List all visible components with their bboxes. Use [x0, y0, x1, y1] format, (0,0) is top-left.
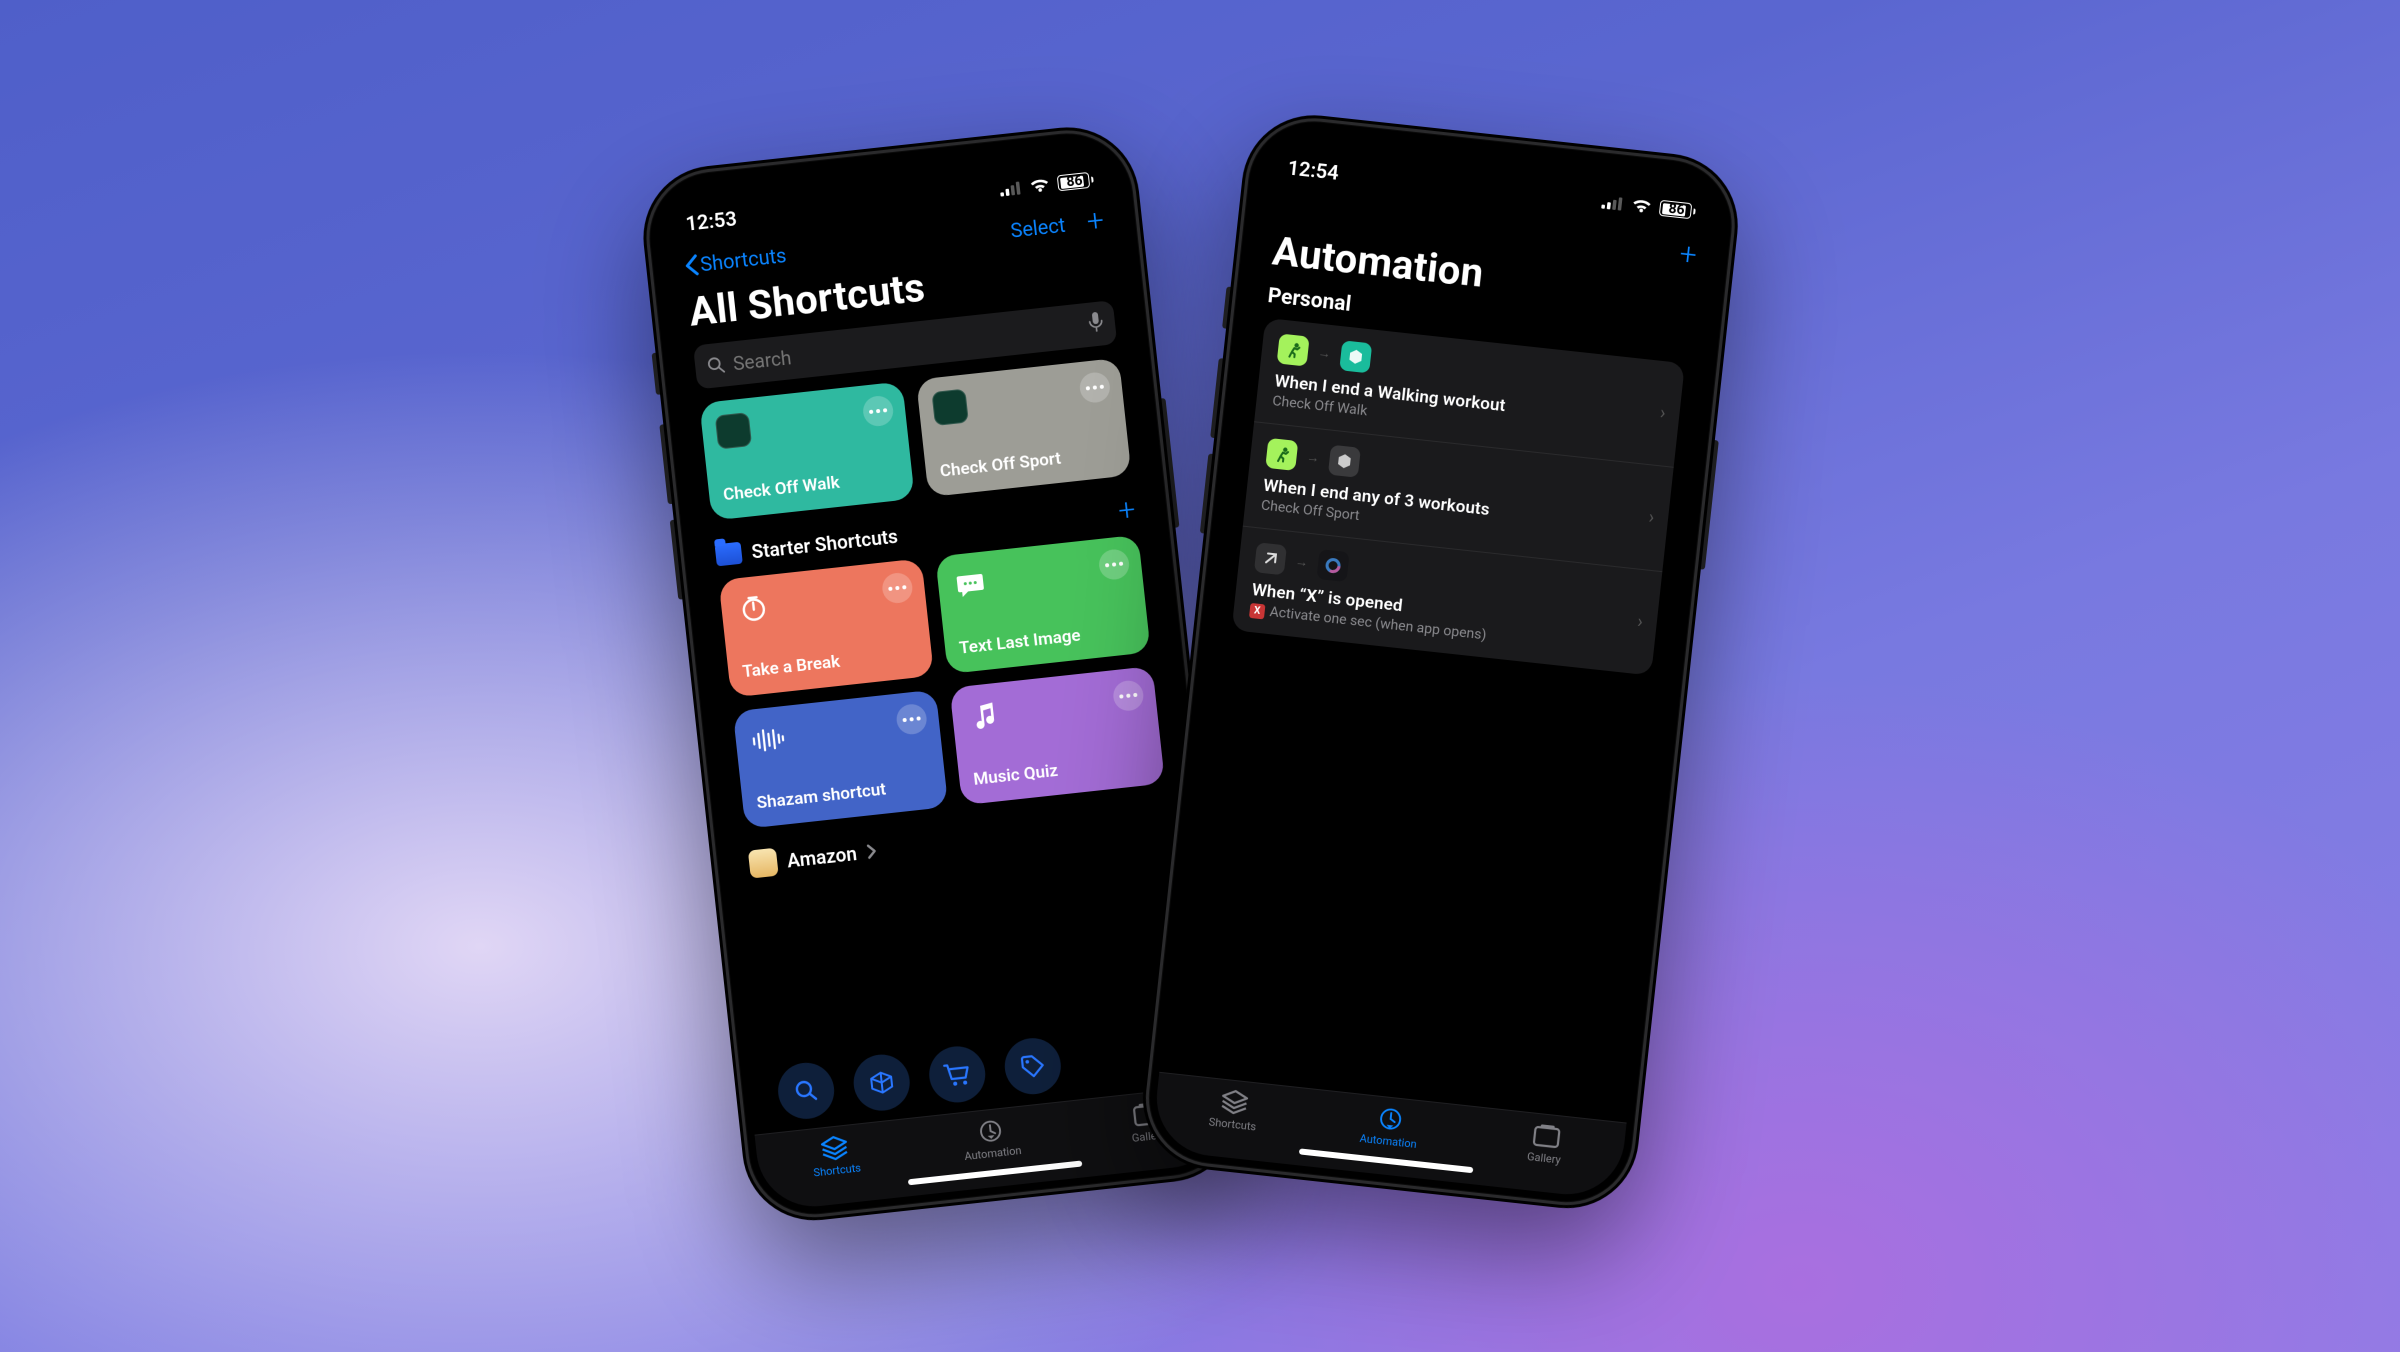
music-note-icon: [965, 697, 1005, 737]
app-icon: [715, 412, 752, 449]
app-icon: [1317, 549, 1350, 582]
tab-label: Automation: [1359, 1132, 1417, 1151]
back-label: Shortcuts: [699, 243, 788, 276]
tile-label: Check Off Walk: [722, 466, 899, 505]
tab-label: Shortcuts: [813, 1161, 862, 1179]
quick-cart-button[interactable]: [926, 1044, 988, 1106]
arrow-icon: →: [1294, 554, 1309, 571]
open-app-icon: [1254, 542, 1287, 575]
tab-label: Automation: [964, 1144, 1022, 1163]
tile-menu-button[interactable]: [1098, 548, 1131, 581]
quick-box-button[interactable]: [851, 1052, 913, 1114]
app-icon: [1339, 340, 1372, 373]
arrow-icon: →: [1317, 345, 1332, 362]
tab-bar: Shortcuts Automation Gallery: [1151, 1072, 1627, 1200]
app-icon: [931, 389, 968, 426]
tab-automation[interactable]: Automation: [929, 1112, 1053, 1167]
tile-label: Check Off Sport: [939, 443, 1116, 482]
shortcuts-icon: [1219, 1088, 1252, 1117]
wifi-icon: [1630, 197, 1654, 215]
tile-label: Text Last Image: [958, 620, 1135, 659]
tile-label: Music Quiz: [972, 751, 1149, 790]
battery-indicator: 86: [1659, 200, 1697, 220]
arrow-icon: →: [1306, 449, 1321, 466]
tab-shortcuts[interactable]: Shortcuts: [774, 1129, 898, 1184]
tile-menu-button[interactable]: [862, 395, 895, 428]
folder-icon: [715, 542, 743, 567]
select-button[interactable]: Select: [1009, 213, 1066, 243]
tab-shortcuts[interactable]: Shortcuts: [1172, 1083, 1296, 1138]
chevron-right-icon: ›: [1648, 507, 1656, 528]
wifi-icon: [1028, 176, 1052, 194]
automations-list: → When I end a Walking workout Check Off…: [1232, 318, 1685, 676]
search-icon: [706, 355, 726, 375]
timer-icon: [734, 589, 774, 629]
add-button[interactable]: +: [1085, 206, 1105, 238]
shortcuts-icon: [818, 1134, 851, 1163]
tab-label: Shortcuts: [1208, 1115, 1257, 1133]
tab-automation[interactable]: Automation: [1328, 1100, 1452, 1155]
shortcut-tile-check-off-walk[interactable]: Check Off Walk: [699, 381, 915, 520]
app-icon: [1328, 445, 1361, 478]
quick-tag-button[interactable]: [1002, 1035, 1064, 1097]
tile-label: Shazam shortcut: [756, 775, 933, 814]
section-label: Amazon: [786, 842, 858, 872]
mic-icon[interactable]: [1088, 311, 1105, 336]
add-to-section-button[interactable]: +: [1117, 495, 1137, 527]
amazon-icon: [748, 848, 779, 879]
add-button[interactable]: +: [1678, 239, 1698, 271]
quick-search-button[interactable]: [775, 1060, 837, 1122]
status-time: 12:53: [684, 206, 737, 235]
cellular-icon: [999, 180, 1022, 196]
tile-menu-button[interactable]: [1078, 371, 1111, 404]
shortcut-tile-shazam[interactable]: Shazam shortcut: [733, 690, 949, 829]
shortcut-tile-music-quiz[interactable]: Music Quiz: [949, 666, 1165, 805]
tile-label: Take a Break: [741, 643, 918, 682]
tab-label: Gallery: [1526, 1150, 1561, 1167]
phone-right: 12:54 86 + Automation Personal: [1136, 108, 1746, 1216]
chevron-right-icon: [866, 843, 878, 860]
battery-indicator: 86: [1057, 172, 1095, 192]
status-time: 12:54: [1287, 155, 1340, 184]
x-app-icon: X: [1249, 602, 1266, 619]
tile-menu-button[interactable]: [895, 703, 928, 736]
section-label: Starter Shortcuts: [750, 524, 899, 563]
tile-menu-button[interactable]: [1112, 679, 1145, 712]
shortcut-tile-take-a-break[interactable]: Take a Break: [718, 558, 934, 697]
shortcut-tile-text-last-image[interactable]: Text Last Image: [935, 535, 1151, 674]
back-button[interactable]: Shortcuts: [683, 243, 787, 278]
waveform-icon: [748, 720, 788, 760]
workout-icon: [1277, 333, 1310, 366]
gallery-icon: [1530, 1121, 1563, 1150]
workout-icon: [1265, 438, 1298, 471]
tile-menu-button[interactable]: [881, 572, 914, 605]
cellular-icon: [1601, 195, 1624, 211]
automation-icon: [1374, 1105, 1407, 1134]
chat-icon: [951, 565, 991, 605]
chevron-right-icon: ›: [1659, 403, 1667, 424]
tab-gallery[interactable]: Gallery: [1484, 1117, 1608, 1172]
automation-icon: [974, 1117, 1007, 1146]
chevron-right-icon: ›: [1636, 611, 1644, 632]
shortcut-tile-check-off-sport[interactable]: Check Off Sport: [916, 358, 1132, 497]
